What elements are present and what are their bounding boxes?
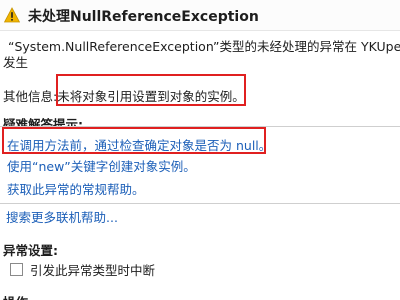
exception-message-line-2: 发生	[3, 55, 29, 70]
highlight-box-other-info	[56, 74, 246, 106]
exception-settings-heading: 异常设置:	[3, 243, 58, 258]
break-on-exception-label: 引发此异常类型时中断	[30, 263, 156, 278]
highlight-box-first-tip	[2, 127, 266, 154]
tip-link-general-help[interactable]: 获取此异常的常规帮助。	[7, 179, 145, 198]
break-on-exception-checkbox[interactable]	[10, 263, 23, 276]
search-online-help-link[interactable]: 搜索更多联机帮助...	[6, 207, 118, 226]
dialog-title: 未处理NullReferenceException	[28, 9, 259, 25]
title-bar: 未处理NullReferenceException	[0, 0, 400, 31]
exception-assistant-dialog: 未处理NullReferenceException “System.NullRe…	[0, 0, 400, 300]
warning-triangle-icon	[4, 7, 20, 23]
exception-message-line-1: “System.NullReferenceException”类型的未经处理的异…	[8, 39, 400, 54]
tip-link-new-keyword[interactable]: 使用“new”关键字创建对象实例。	[7, 156, 196, 175]
other-info-label: 其他信息:	[3, 89, 58, 104]
actions-heading: 操作:	[3, 292, 33, 300]
